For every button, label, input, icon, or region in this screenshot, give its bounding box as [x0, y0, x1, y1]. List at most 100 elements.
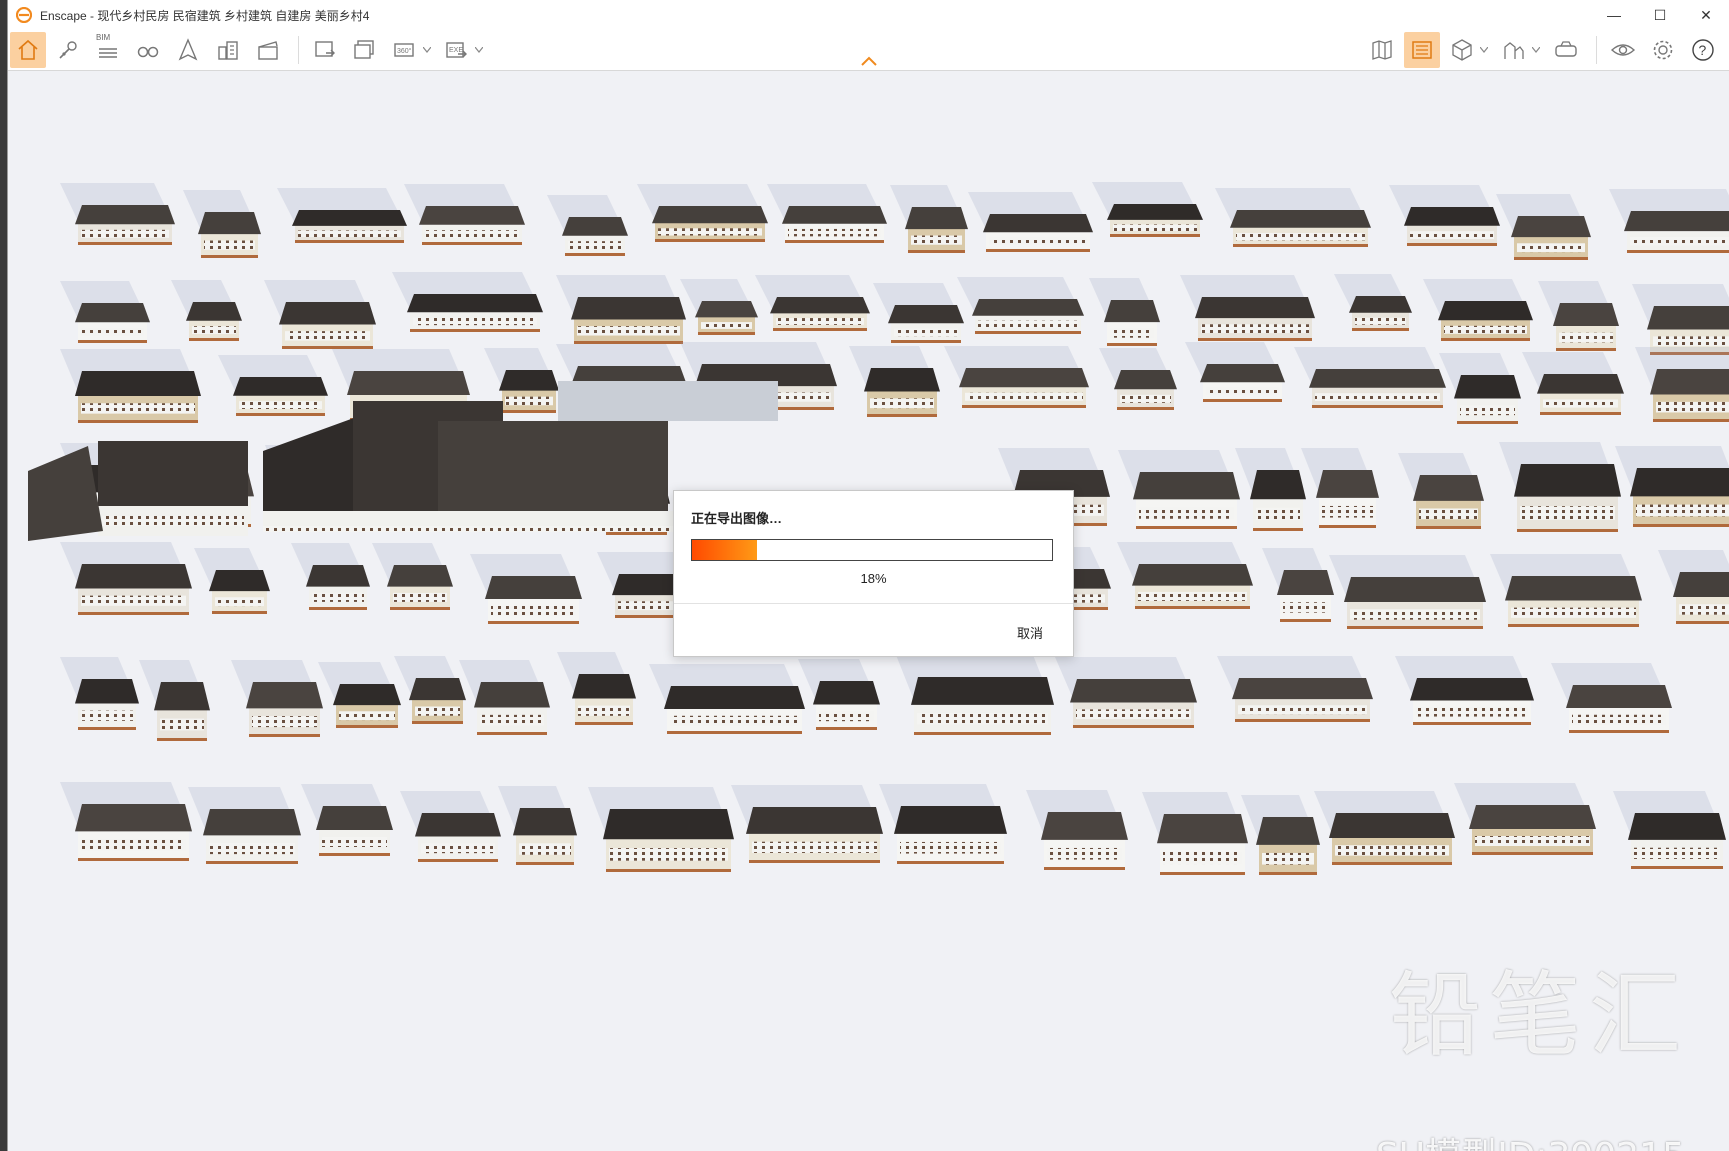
- building: [896, 655, 1054, 735]
- building: [183, 190, 261, 258]
- building: [547, 195, 628, 256]
- video-editor-button[interactable]: [250, 32, 286, 68]
- dialog-title: 正在导出图像…: [691, 511, 783, 526]
- north-arrow-icon: [178, 38, 198, 61]
- view-management-button[interactable]: [1404, 32, 1440, 68]
- building: [60, 542, 192, 615]
- building: [372, 543, 453, 610]
- building: [1658, 550, 1729, 624]
- building: [291, 543, 370, 610]
- batch-export-icon: [354, 40, 374, 59]
- dialog-divider: [674, 603, 1073, 604]
- view-management-icon: [1412, 41, 1432, 59]
- panorama-360-button[interactable]: 360°: [387, 32, 423, 68]
- building: [171, 280, 242, 341]
- building: [755, 275, 870, 331]
- video-editor-icon: [258, 41, 278, 60]
- chevron-down-icon: [1532, 47, 1540, 53]
- progress-fill: [692, 540, 757, 560]
- minimize-button[interactable]: —: [1591, 0, 1637, 30]
- eye-button[interactable]: [1605, 32, 1641, 68]
- screenshot-export-button[interactable]: [307, 32, 343, 68]
- cube-icon: [1452, 39, 1472, 61]
- building: [459, 660, 550, 735]
- maximize-button[interactable]: ☐: [1637, 0, 1683, 30]
- building: [1117, 542, 1253, 609]
- building: [1217, 656, 1373, 722]
- building: [1389, 185, 1500, 246]
- exe-export-button[interactable]: EXE: [439, 32, 475, 68]
- eye-icon: [1610, 44, 1636, 56]
- building: [404, 184, 525, 245]
- panorama-360-icon: 360°: [394, 43, 414, 57]
- building: [1395, 656, 1534, 725]
- building: [1262, 548, 1334, 622]
- building: [1632, 284, 1729, 355]
- building: [798, 659, 880, 730]
- building: [1613, 791, 1726, 869]
- building: [301, 784, 393, 856]
- building: [1142, 792, 1248, 875]
- building: [60, 349, 201, 423]
- building: [1294, 347, 1446, 408]
- sun-visual-button[interactable]: [1496, 32, 1532, 68]
- building: [1609, 189, 1729, 253]
- north-arrow-button[interactable]: [170, 32, 206, 68]
- toolbar-separator: [298, 36, 299, 64]
- bim-button[interactable]: BIM: [90, 32, 126, 68]
- building: [890, 185, 968, 253]
- map-button[interactable]: [1364, 32, 1400, 68]
- batch-export-button[interactable]: [347, 32, 383, 68]
- building: [1314, 791, 1455, 865]
- toolbar-left-group: BIM 360° EXE: [10, 30, 491, 70]
- help-icon: ?: [1692, 39, 1714, 61]
- building: [470, 554, 582, 624]
- chevron-down-icon: [1480, 47, 1488, 53]
- sun-visual-icon: [1504, 42, 1524, 59]
- vr-headset-button[interactable]: [1548, 32, 1584, 68]
- cancel-button[interactable]: 取消: [1017, 623, 1043, 642]
- progress-bar: [691, 539, 1053, 561]
- building: [1496, 194, 1591, 260]
- toolbar-collapse-icon[interactable]: [860, 56, 878, 66]
- building: [1180, 275, 1315, 341]
- building: [1490, 554, 1642, 627]
- binoculars-button[interactable]: [130, 32, 166, 68]
- bim-label: BIM: [96, 33, 111, 42]
- asset-library-icon: [59, 41, 77, 59]
- building: [139, 660, 210, 741]
- exe-label: EXE: [449, 47, 463, 54]
- building: [1099, 348, 1177, 410]
- building: [1089, 278, 1160, 346]
- window-controls: — ☐ ✕: [1591, 0, 1729, 30]
- settings-button[interactable]: [1645, 32, 1681, 68]
- home-button[interactable]: [10, 32, 46, 68]
- asset-library-button[interactable]: [50, 32, 86, 68]
- building: [392, 272, 543, 332]
- help-label: ?: [1699, 42, 1707, 58]
- building: [60, 281, 150, 343]
- p360-label: 360°: [397, 47, 412, 55]
- building: [264, 280, 376, 349]
- building: [637, 184, 768, 242]
- building: [231, 660, 323, 737]
- help-button[interactable]: ?: [1685, 32, 1721, 68]
- building: [1329, 555, 1486, 629]
- building: [1551, 663, 1672, 733]
- settings-icon: [1653, 40, 1673, 60]
- enscape-window: Enscape - 现代乡村民房 民宿建筑 乡村建筑 自建房 美丽乡村4 — ☐…: [7, 0, 1729, 1151]
- building: [1538, 281, 1619, 351]
- building: [879, 784, 1007, 864]
- buildings-button[interactable]: [210, 32, 246, 68]
- building: [1026, 790, 1128, 870]
- building: [1301, 448, 1379, 528]
- cube-button[interactable]: [1444, 32, 1480, 68]
- title-bar: Enscape - 现代乡村民房 民宿建筑 乡村建筑 自建房 美丽乡村4 — ☐…: [8, 0, 1729, 30]
- screenshot-export-icon: [315, 41, 335, 57]
- binoculars-icon: [137, 46, 159, 58]
- building: [188, 787, 301, 864]
- building: [557, 652, 636, 725]
- building: [394, 656, 466, 724]
- close-button[interactable]: ✕: [1683, 0, 1729, 30]
- building: [277, 188, 407, 243]
